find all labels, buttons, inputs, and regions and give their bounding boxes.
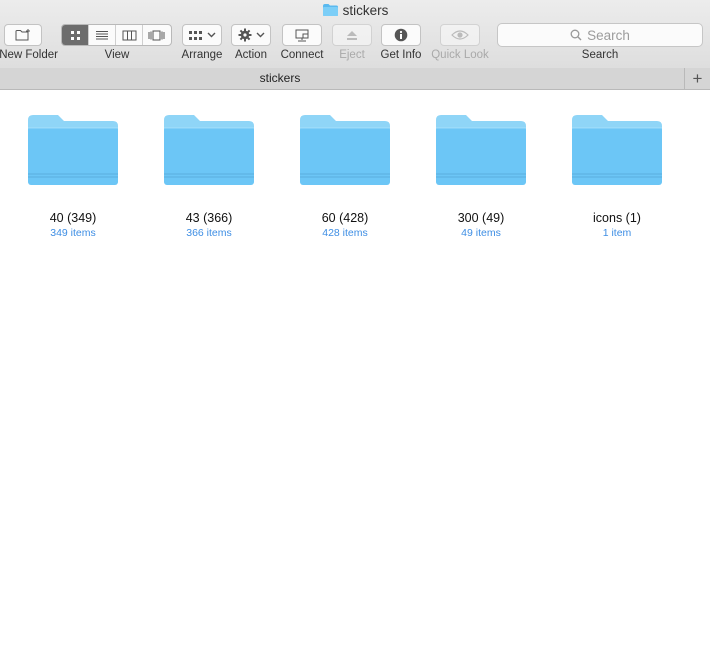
folder-item[interactable]: icons (1) 1 item xyxy=(549,110,685,239)
folder-icon xyxy=(436,115,526,185)
search-field[interactable]: Search xyxy=(497,23,703,47)
folder-item-count: 49 items xyxy=(461,227,501,239)
new-folder-button[interactable] xyxy=(4,24,42,46)
column-view-button[interactable] xyxy=(116,25,143,45)
chevron-down-icon xyxy=(256,32,264,38)
chevron-down-icon xyxy=(207,32,216,38)
gear-icon xyxy=(238,28,251,42)
folder-item[interactable]: 40 (349) 349 items xyxy=(5,110,141,239)
folder-item-count: 1 item xyxy=(602,227,632,239)
eject-icon xyxy=(347,30,357,40)
folder-icon xyxy=(572,115,662,185)
connect-button[interactable] xyxy=(282,24,322,46)
plus-icon[interactable]: + xyxy=(684,68,710,89)
view-mode-control[interactable] xyxy=(61,24,172,46)
folder-icon xyxy=(164,115,254,185)
search-icon xyxy=(570,29,582,41)
search-label: Search xyxy=(581,49,619,61)
folder-icon xyxy=(322,4,338,16)
folder-icon xyxy=(28,115,118,185)
get-info-button[interactable] xyxy=(381,24,421,46)
folder-item-count: 349 items xyxy=(50,227,96,239)
quick-look-label: Quick Look xyxy=(431,49,489,61)
folder-name: 60 (428) xyxy=(321,211,369,225)
folder-item-count: 366 items xyxy=(186,227,232,239)
arrange-button[interactable] xyxy=(182,24,222,46)
icon-view-icon xyxy=(70,30,80,40)
action-button[interactable] xyxy=(231,24,271,46)
new-folder-label: New Folder xyxy=(0,49,58,61)
list-view-button[interactable] xyxy=(89,25,116,45)
new-folder-icon xyxy=(15,29,30,41)
quick-look-button[interactable] xyxy=(440,24,480,46)
folder-name: icons (1) xyxy=(593,211,641,225)
folder-name: 40 (349) xyxy=(49,211,97,225)
cover-flow-button[interactable] xyxy=(143,25,170,45)
toolbar: stickers New Folder View Arrange Action … xyxy=(0,0,710,69)
eject-button[interactable] xyxy=(332,24,372,46)
icon-view-button[interactable] xyxy=(62,25,89,45)
connect-icon xyxy=(295,29,309,41)
folder-icon xyxy=(300,115,390,185)
finder-window: stickers New Folder View Arrange Action … xyxy=(0,0,710,668)
folder-name: 43 (366) xyxy=(185,211,233,225)
folder-name: 300 (49) xyxy=(457,211,505,225)
cover-flow-icon xyxy=(148,30,165,40)
arrange-icon xyxy=(189,30,202,40)
folder-item[interactable]: 300 (49) 49 items xyxy=(413,110,549,239)
eye-icon xyxy=(451,30,469,40)
view-label: View xyxy=(104,49,130,61)
window-title: stickers xyxy=(0,3,710,18)
search-placeholder: Search xyxy=(587,27,630,43)
folder-item[interactable]: 60 (428) 428 items xyxy=(277,110,413,239)
tab-bar: stickers + xyxy=(0,68,710,90)
file-icon-grid: 40 (349) 349 items 43 (366) 366 items 60… xyxy=(0,90,710,668)
column-view-icon xyxy=(122,30,136,40)
list-view-icon xyxy=(96,30,108,39)
info-icon xyxy=(394,28,408,42)
window-title-text: stickers xyxy=(342,3,389,18)
folder-item[interactable]: 43 (366) 366 items xyxy=(141,110,277,239)
tab-stickers[interactable]: stickers xyxy=(0,71,560,85)
folder-item-count: 428 items xyxy=(322,227,368,239)
